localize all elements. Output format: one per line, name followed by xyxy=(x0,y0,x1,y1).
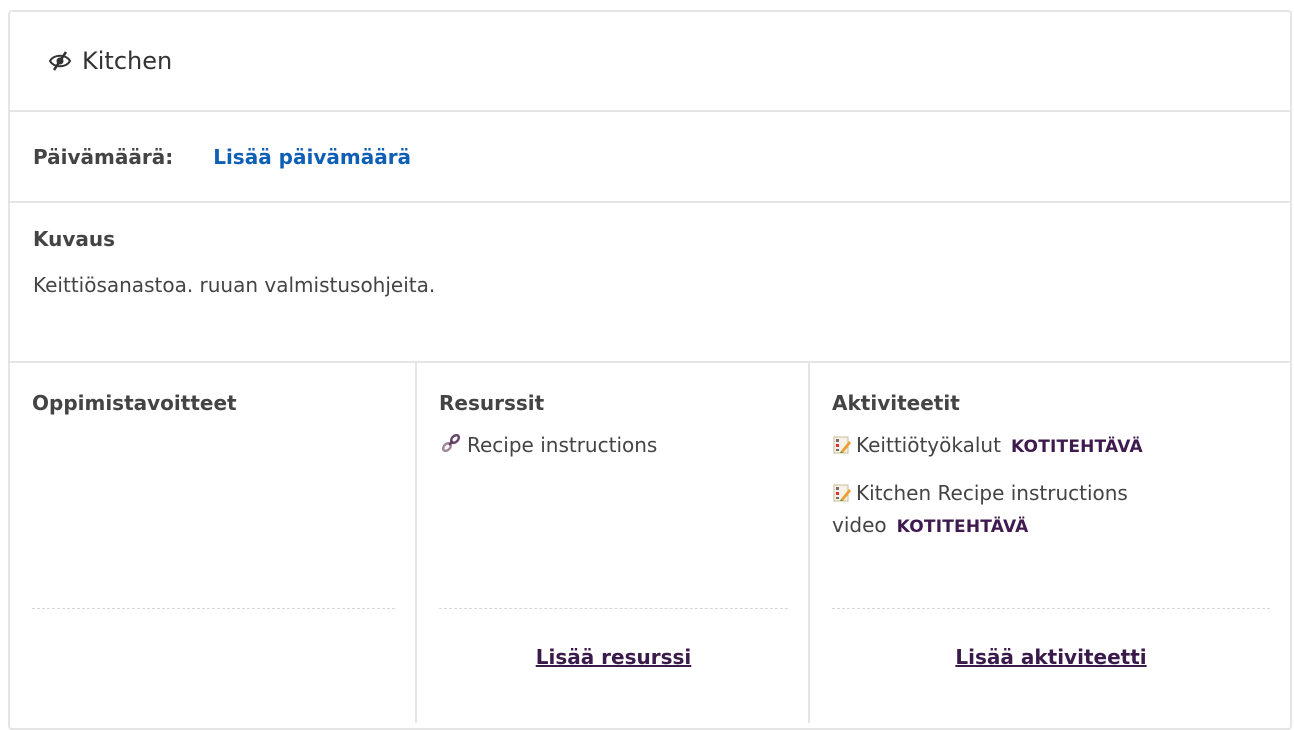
resources-column: Resurssit Recipe instructions Lisää resu… xyxy=(417,363,810,723)
add-activity-link[interactable]: Lisää aktiviteetti xyxy=(832,645,1270,669)
activities-column: Aktiviteetit Keittiötyökalut KOTITEHTÄVÄ xyxy=(810,363,1290,723)
activity-label: Keittiötyökalut xyxy=(856,433,1001,457)
activity-item[interactable]: Keittiötyökalut KOTITEHTÄVÄ xyxy=(832,429,1270,463)
resource-item[interactable]: Recipe instructions xyxy=(439,429,788,461)
date-row: Päivämäärä: Lisää päivämäärä xyxy=(10,112,1290,203)
lesson-title: Kitchen xyxy=(82,47,173,75)
homework-badge: KOTITEHTÄVÄ xyxy=(896,517,1029,537)
homework-badge: KOTITEHTÄVÄ xyxy=(1010,437,1143,457)
add-resource-link[interactable]: Lisää resurssi xyxy=(439,645,788,669)
objectives-column: Oppimistavoitteet xyxy=(10,363,417,723)
description-title: Kuvaus xyxy=(33,227,116,251)
resource-label: Recipe instructions xyxy=(467,433,658,457)
divider xyxy=(32,608,395,609)
add-date-link[interactable]: Lisää päivämäärä xyxy=(213,145,411,169)
resources-title: Resurssit xyxy=(439,391,545,415)
lesson-columns: Oppimistavoitteet Resurssit Recipe instr… xyxy=(10,363,1290,723)
description-text: Keittiösanastoa. ruuan valmistusohjeita. xyxy=(33,273,436,297)
assignment-icon xyxy=(833,436,851,454)
lesson-header: Kitchen xyxy=(10,12,1290,112)
assignment-icon xyxy=(833,484,851,502)
divider xyxy=(832,608,1270,609)
activity-item[interactable]: Kitchen Recipe instructions video KOTITEH… xyxy=(832,477,1270,543)
lesson-card: Kitchen Päivämäärä: Lisää päivämäärä Kuv… xyxy=(8,10,1292,730)
activities-title: Aktiviteetit xyxy=(832,391,960,415)
objectives-title: Oppimistavoitteet xyxy=(32,391,237,415)
eye-slash-icon[interactable] xyxy=(48,49,72,73)
date-label: Päivämäärä: xyxy=(33,144,174,169)
divider xyxy=(439,608,788,609)
description-section: Kuvaus Keittiösanastoa. ruuan valmistuso… xyxy=(10,203,1290,363)
link-icon xyxy=(441,433,461,453)
